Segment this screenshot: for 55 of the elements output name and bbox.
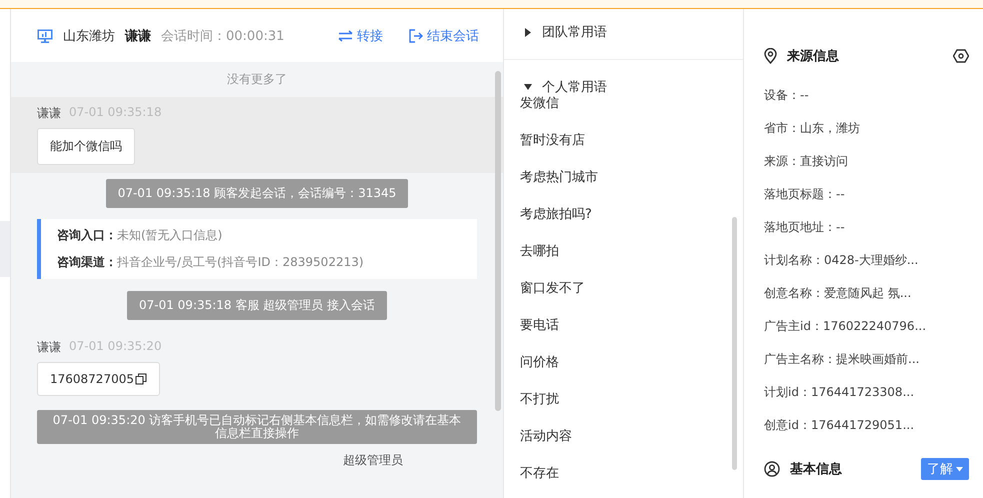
no-more-label: 没有更多了 [227,71,287,88]
message-text: 能加个微信吗 [50,138,122,155]
transfer-button[interactable]: 转接 [338,26,383,44]
info-label: 咨询入口： [57,228,117,242]
system-notice: 07-01 09:35:18 顾客发起会话，会话编号：31345 [106,179,408,208]
settings-icon[interactable] [953,49,969,63]
caret-icon [524,82,532,92]
phrase-item[interactable]: 发微信 [504,94,743,131]
section-title: 基本信息 [790,461,843,478]
sender-name: 谦谦 [37,339,61,356]
phrase-item[interactable]: 问价格 [504,353,743,390]
phrase-item[interactable]: 考虑热门城市 [504,168,743,205]
location-pin-icon [764,48,777,64]
phrase-item[interactable]: 考虑旅拍吗? [504,205,743,242]
scrollbar[interactable] [732,217,737,470]
caret-icon [524,28,532,36]
source-field: 来源：直接访问 [764,154,848,168]
sender-name: 超级管理员 [343,452,403,469]
info-label: 咨询渠道： [57,255,117,269]
source-field: 创意名称：爱意随风起 氛... [764,286,912,300]
sender-name: 谦谦 [37,105,61,122]
visitor-location: 山东潍坊 [63,28,115,44]
system-notice: 07-01 09:35:18 客服 超级管理员 接入会话 [126,291,388,320]
source-field: 广告主id：176022240796... [764,319,926,333]
system-notice: 07-01 09:35:20 访客手机号已自动标记右侧基本信息栏，如需修改请在基本信息栏直接操作 [37,410,477,444]
visitor-name: 谦谦 [125,28,151,44]
copy-icon[interactable] [134,373,147,385]
message-time: 07-01 09:35:20 [69,339,162,355]
message-text: 17608727005 [50,372,134,386]
phrase-item[interactable]: 不打扰 [504,390,743,427]
section-title: 来源信息 [787,48,840,65]
source-field: 落地页标题：-- [764,187,845,201]
end-session-button[interactable]: 结束会话 [409,26,479,44]
phrase-item[interactable]: 去哪拍 [504,242,743,279]
source-field: 创意id：176441729051... [764,418,914,432]
session-duration: 会话时间：00:00:31 [161,28,286,44]
user-icon [764,461,780,477]
phrase-item[interactable]: 要电话 [504,316,743,353]
source-field: 省市：山东，潍坊 [764,121,860,135]
source-field: 计划名称：0428-大理婚纱... [764,253,918,267]
source-field: 落地页地址：-- [764,220,845,234]
source-field: 设备：-- [764,88,809,102]
info-value: 抖音企业号/员工号(抖音号ID：2839502213) [117,255,364,269]
phrase-item[interactable]: 不存在 [504,464,743,498]
phrase-item[interactable]: 暂时没有店 [504,131,743,168]
swap-icon [338,30,353,42]
phrase-item[interactable]: 窗口发不了 [504,279,743,316]
info-value: 未知(暂无入口信息) [117,228,222,242]
source-field: 计划id：176441723308... [764,385,914,399]
monitor-icon [37,28,53,42]
source-field: 广告主名称：提米映画婚前... [764,352,920,366]
exit-icon [409,28,423,42]
phrase-item[interactable]: 活动内容 [504,427,743,464]
caret-icon [956,466,963,472]
scrollbar[interactable] [495,71,501,411]
